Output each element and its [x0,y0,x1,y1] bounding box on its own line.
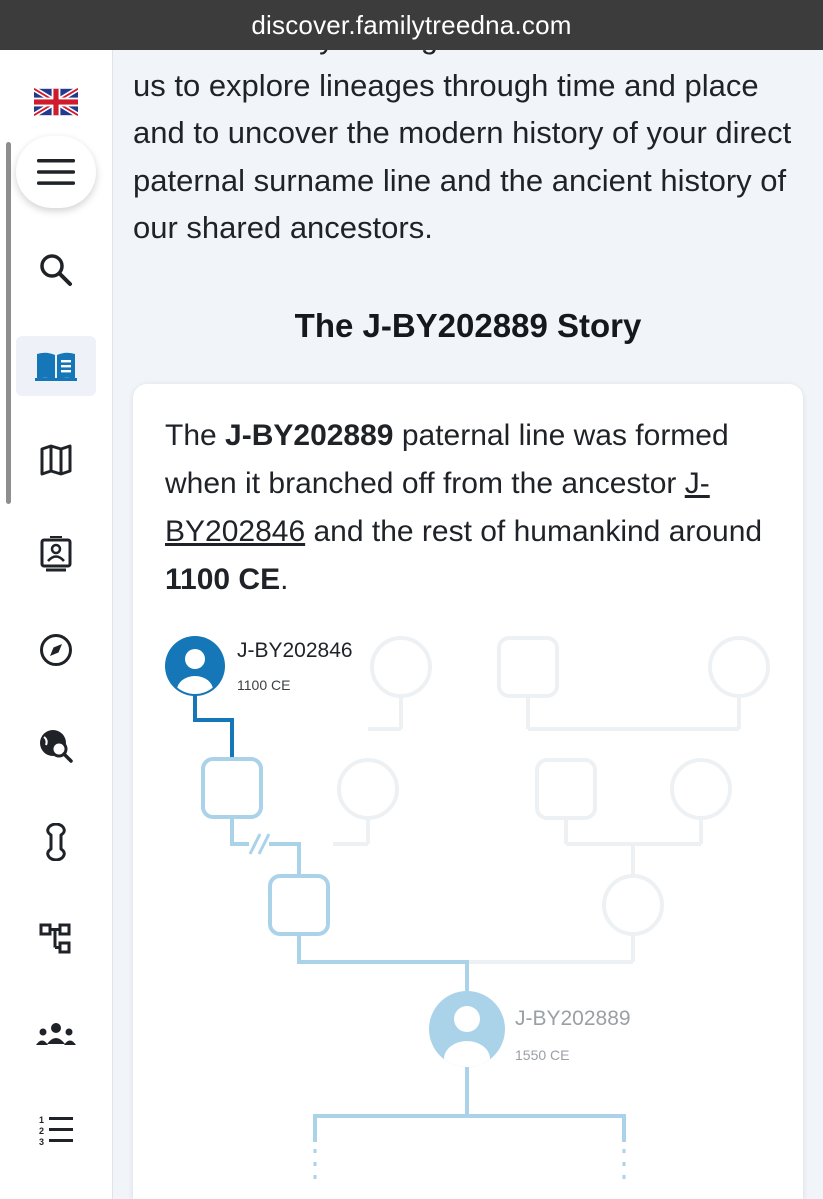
ancient-dna-button[interactable] [16,812,96,872]
search-icon [40,254,72,286]
lineage-path [193,695,626,1184]
hamburger-menu-icon [37,159,75,185]
compass-icon [40,634,72,666]
main-content: thousands of years ago. This human tree … [113,50,823,1199]
story-button[interactable] [16,336,96,396]
svg-text:1: 1 [39,1115,44,1125]
scrollbar-thumb[interactable] [6,142,11,504]
tree-diagram-icon [39,923,71,954]
url-bar[interactable]: discover.familytreedna.com [0,0,823,50]
intro-paragraph: thousands of years ago. This human tree … [133,50,792,245]
search-button[interactable] [16,240,96,300]
id-card-icon [40,536,72,572]
svg-text:3: 3 [39,1137,44,1146]
menu-button[interactable] [16,136,96,208]
intermediate-node [268,874,330,936]
profile-button[interactable] [16,524,96,584]
sidebar: 1 2 3 [0,50,113,1199]
descendant-name[interactable]: J-BY202889 [515,1007,631,1030]
tree-view-button[interactable] [16,908,96,968]
numbered-list-icon: 1 2 3 [39,1115,73,1146]
descendant-date: 1550 CE [515,1047,569,1063]
intermediate-node [201,757,263,819]
lineage-tree: J-BY202846 1100 CE J-BY202889 1550 CE [165,636,770,1184]
map-icon [40,444,72,476]
descendant-node[interactable] [429,991,505,1077]
list-button[interactable]: 1 2 3 [16,1100,96,1160]
bone-icon [46,823,66,861]
ancestor-date: 1100 CE [237,677,290,693]
globe-search-button[interactable] [16,716,96,776]
ancestor-node[interactable] [165,636,225,704]
groups-button[interactable] [16,1004,96,1064]
book-icon [35,352,77,381]
people-group-icon [36,1023,76,1045]
story-title: The J-BY202889 Story [294,307,642,344]
uk-flag-icon [34,88,78,116]
map-button[interactable] [16,430,96,490]
background-tree [333,636,770,964]
globe-search-icon [40,730,73,763]
svg-text:2: 2 [39,1126,44,1136]
ancestor-name[interactable]: J-BY202846 [237,639,353,662]
url-text: discover.familytreedna.com [251,9,572,40]
story-card: The J-BY202889 paternal line was formed … [133,384,803,1199]
language-flag-button[interactable] [16,72,96,132]
explore-button[interactable] [16,620,96,680]
